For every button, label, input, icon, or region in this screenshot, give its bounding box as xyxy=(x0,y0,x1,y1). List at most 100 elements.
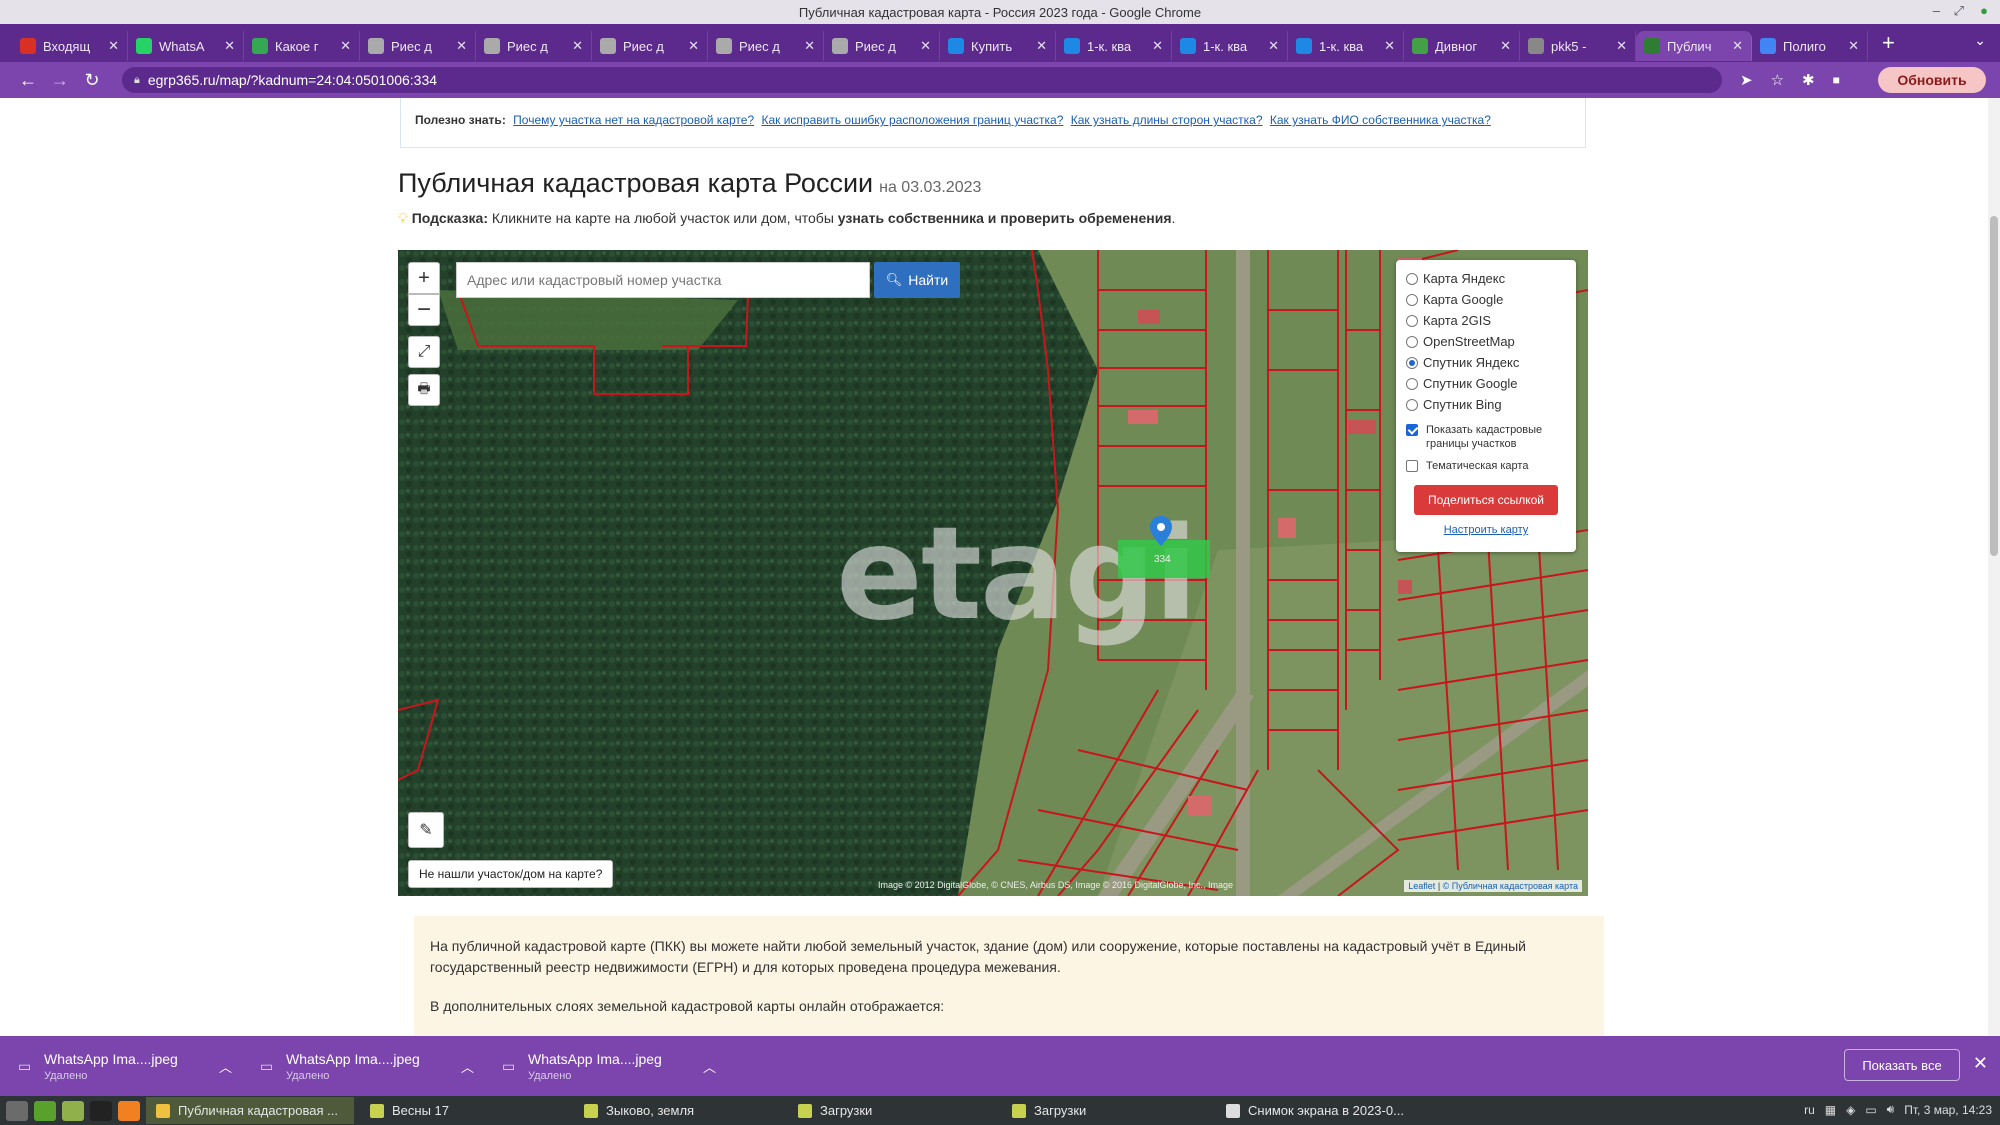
show-borders-checkbox[interactable] xyxy=(1406,424,1418,436)
fullscreen-button[interactable]: ⤢ xyxy=(408,336,440,368)
menu-icon[interactable] xyxy=(6,1100,28,1121)
keyboard-layout[interactable]: ru xyxy=(1804,1103,1815,1117)
layer-option[interactable]: OpenStreetMap xyxy=(1406,331,1566,352)
tab-close-icon[interactable]: ✕ xyxy=(340,38,351,54)
layer-option[interactable]: Спутник Яндекс xyxy=(1406,352,1566,373)
share-link-button[interactable]: Поделиться ссылкой xyxy=(1414,485,1558,515)
search-button[interactable]: 🔍︎ Найти xyxy=(874,262,960,298)
taskbar-task[interactable]: Снимок экрана в 2023-0... xyxy=(1216,1097,1424,1124)
taskbar-task[interactable]: Загрузки xyxy=(1002,1097,1210,1124)
pkk-link[interactable]: © Публичная кадастровая карта xyxy=(1443,881,1578,891)
network-icon[interactable]: ▦ xyxy=(1825,1103,1836,1117)
maximize-icon[interactable]: ⤢ xyxy=(1954,3,1964,19)
page-scrollbar[interactable] xyxy=(1988,98,2000,1036)
tab-close-icon[interactable]: ✕ xyxy=(1500,38,1511,54)
layer-radio[interactable] xyxy=(1406,314,1418,327)
browser-tab[interactable]: 1-к. ква ✕ xyxy=(1172,31,1288,61)
tab-close-icon[interactable]: ✕ xyxy=(1616,38,1627,54)
new-tab-icon[interactable]: + xyxy=(1882,30,1895,56)
layer-radio[interactable] xyxy=(1406,272,1418,285)
print-button[interactable]: 🖶︎ xyxy=(408,374,440,406)
browser-tab[interactable]: Риес д ✕ xyxy=(592,31,708,61)
update-button[interactable]: Обновить xyxy=(1878,67,1986,93)
scrollbar-thumb[interactable] xyxy=(1990,216,1998,556)
search-input[interactable] xyxy=(456,262,870,298)
tab-search-icon[interactable]: ⌄ xyxy=(1974,32,1986,49)
show-all-downloads-button[interactable]: Показать все xyxy=(1844,1049,1960,1081)
browser-tab[interactable]: Какое г ✕ xyxy=(244,31,360,61)
tab-close-icon[interactable]: ✕ xyxy=(224,38,235,54)
tab-close-icon[interactable]: ✕ xyxy=(920,38,931,54)
back-arrow-icon[interactable]: ← xyxy=(12,70,44,91)
taskbar-task[interactable]: Зыково, земля xyxy=(574,1097,782,1124)
zoom-in-button[interactable]: + xyxy=(408,262,440,294)
tab-close-icon[interactable]: ✕ xyxy=(804,38,815,54)
show-borders-option[interactable]: Показать кадастровые границы участков xyxy=(1406,423,1566,451)
browser-tab[interactable]: Публич ✕ xyxy=(1636,31,1752,61)
layer-radio[interactable] xyxy=(1406,335,1418,348)
tab-close-icon[interactable]: ✕ xyxy=(456,38,467,54)
measure-button[interactable]: ✎ xyxy=(408,812,444,848)
layer-option[interactable]: Спутник Bing xyxy=(1406,394,1566,415)
tab-close-icon[interactable]: ✕ xyxy=(1848,38,1859,54)
profile-avatar-icon[interactable]: ■ xyxy=(1833,73,1840,87)
browser-tab[interactable]: Риес д ✕ xyxy=(360,31,476,61)
cadastral-map[interactable]: etagi 334 + − ⤢ 🖶︎ 🔍︎ Найти ✎ Не нашли у… xyxy=(398,250,1588,896)
terminal-icon[interactable] xyxy=(90,1100,112,1121)
browser-tab[interactable]: 1-к. ква ✕ xyxy=(1288,31,1404,61)
browser-tab[interactable]: 1-к. ква ✕ xyxy=(1056,31,1172,61)
tab-close-icon[interactable]: ✕ xyxy=(572,38,583,54)
taskbar-task[interactable]: Загрузки xyxy=(788,1097,996,1124)
close-icon[interactable]: ✕ xyxy=(1973,1053,1988,1074)
forward-arrow-icon[interactable]: → xyxy=(44,70,76,91)
zoom-out-button[interactable]: − xyxy=(408,294,440,326)
volume-icon[interactable]: 🔊︎ xyxy=(1887,1102,1895,1117)
battery-icon[interactable]: ▭ xyxy=(1865,1103,1876,1117)
taskbar-task[interactable]: Публичная кадастровая ... xyxy=(146,1097,354,1124)
chevron-up-icon[interactable]: ︿ xyxy=(219,1057,232,1076)
chevron-up-icon[interactable]: ︿ xyxy=(461,1057,474,1076)
shield-icon[interactable]: ◈ xyxy=(1846,1103,1855,1117)
files-icon[interactable] xyxy=(62,1100,84,1121)
browser-tab[interactable]: Риес д ✕ xyxy=(824,31,940,61)
desktop-icon[interactable] xyxy=(34,1100,56,1121)
browser-tab[interactable]: Купить ✕ xyxy=(940,31,1056,61)
reload-icon[interactable]: ↻ xyxy=(76,70,108,91)
clock[interactable]: Пт, 3 мар, 14:23 xyxy=(1904,1103,1992,1117)
layer-radio[interactable] xyxy=(1406,356,1418,369)
useful-link-owner-name[interactable]: Как узнать ФИО собственника участка? xyxy=(1270,113,1491,127)
layer-radio[interactable] xyxy=(1406,293,1418,306)
tab-close-icon[interactable]: ✕ xyxy=(1268,38,1279,54)
configure-map-link[interactable]: Настроить карту xyxy=(1406,524,1566,536)
address-bar[interactable]: 🔒︎ egrp365.ru/map/?kadnum=24:04:0501006:… xyxy=(122,67,1722,93)
bookmark-star-icon[interactable]: ☆ xyxy=(1771,71,1784,89)
browser-tab[interactable]: Риес д ✕ xyxy=(708,31,824,61)
layer-radio[interactable] xyxy=(1406,398,1418,411)
browser-tab[interactable]: Входящ ✕ xyxy=(12,31,128,61)
useful-link-missing-parcel[interactable]: Почему участка нет на кадастровой карте? xyxy=(513,113,754,127)
layer-option[interactable]: Карта 2GIS xyxy=(1406,310,1566,331)
taskbar-task[interactable]: Весны 17 xyxy=(360,1097,568,1124)
layer-option[interactable]: Карта Яндекс xyxy=(1406,268,1566,289)
firefox-icon[interactable] xyxy=(118,1100,140,1121)
browser-tab[interactable]: Дивног ✕ xyxy=(1404,31,1520,61)
leaflet-link[interactable]: Leaflet xyxy=(1408,881,1435,891)
send-tab-icon[interactable]: ➤ xyxy=(1740,71,1753,89)
tab-close-icon[interactable]: ✕ xyxy=(1036,38,1047,54)
minimize-icon[interactable]: – xyxy=(1933,3,1940,18)
browser-tab[interactable]: WhatsA ✕ xyxy=(128,31,244,61)
download-item[interactable]: ▭ WhatsApp Ima....jpeg Удалено ︿ xyxy=(12,1043,244,1089)
tab-close-icon[interactable]: ✕ xyxy=(108,38,119,54)
tab-close-icon[interactable]: ✕ xyxy=(1384,38,1395,54)
browser-tab[interactable]: Полиго ✕ xyxy=(1752,31,1868,61)
tab-close-icon[interactable]: ✕ xyxy=(1732,38,1743,54)
thematic-map-checkbox[interactable] xyxy=(1406,460,1418,472)
layer-radio[interactable] xyxy=(1406,377,1418,390)
browser-tab[interactable]: Риес д ✕ xyxy=(476,31,592,61)
tab-close-icon[interactable]: ✕ xyxy=(1152,38,1163,54)
tab-close-icon[interactable]: ✕ xyxy=(688,38,699,54)
close-window-icon[interactable]: ● xyxy=(1980,3,1988,18)
layer-option[interactable]: Карта Google xyxy=(1406,289,1566,310)
not-found-button[interactable]: Не нашли участок/дом на карте? xyxy=(408,860,614,888)
download-item[interactable]: ▭ WhatsApp Ima....jpeg Удалено ︿ xyxy=(254,1043,486,1089)
